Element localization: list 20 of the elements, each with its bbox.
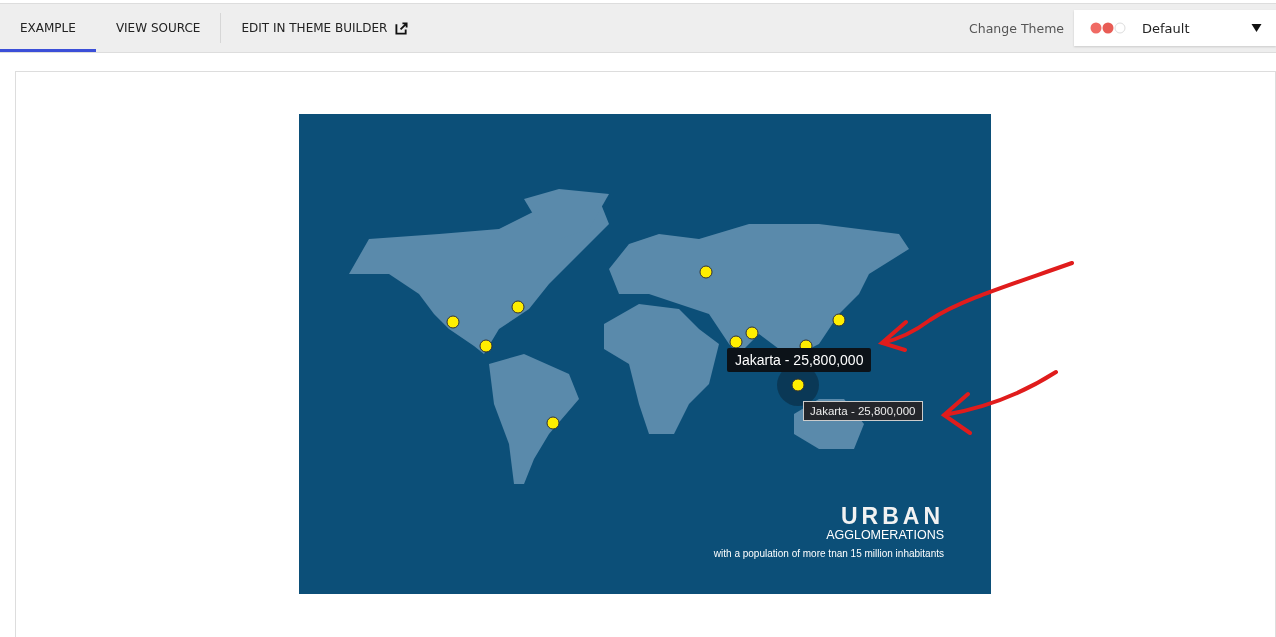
city-marker[interactable]	[546, 416, 560, 430]
map-title: URBAN	[839, 504, 944, 528]
city-marker[interactable]	[511, 300, 525, 314]
city-marker[interactable]	[832, 313, 846, 327]
city-marker[interactable]	[791, 378, 805, 392]
tooltip: Jakarta - 25,800,000	[803, 401, 923, 421]
city-marker[interactable]	[699, 265, 713, 279]
tab[interactable]: EDIT IN THEME BUILDER	[221, 4, 429, 52]
theme-label: Change Theme	[969, 20, 1064, 36]
map-caption: with a population of more tnan 15 million inhabitants	[713, 548, 944, 559]
city-marker[interactable]	[745, 326, 759, 340]
city-marker[interactable]	[479, 339, 493, 353]
tooltip: Jakarta - 25,800,000	[727, 348, 872, 372]
tab[interactable]: EXAMPLE	[0, 4, 96, 52]
city-marker[interactable]	[446, 315, 460, 329]
city-marker[interactable]	[729, 335, 743, 349]
tab[interactable]: VIEW SOURCE	[95, 4, 221, 52]
map-subtitle: AGGLOMERATIONS	[825, 528, 944, 542]
theme-select[interactable]: Default	[1074, 10, 1276, 46]
caret-icon	[1251, 24, 1262, 32]
